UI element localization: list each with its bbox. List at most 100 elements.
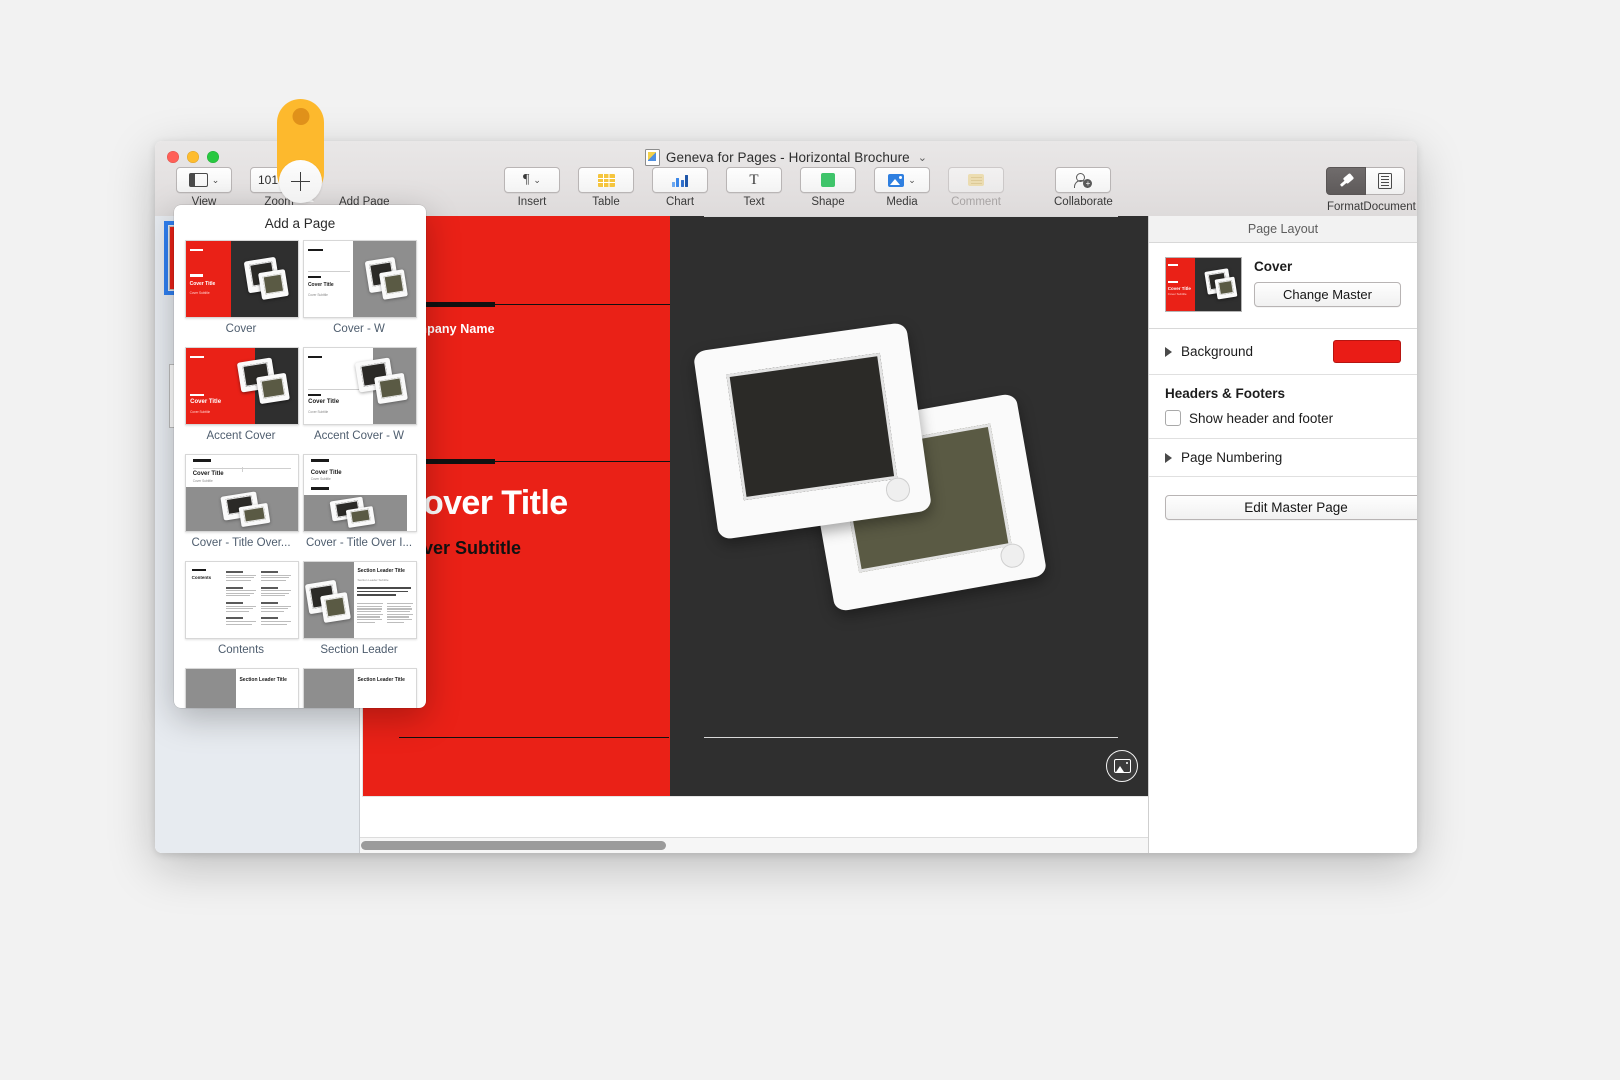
edit-master-wrap: Edit Master Page (1149, 477, 1417, 538)
insert-label: Insert (517, 196, 547, 208)
page-numbering-label: Page Numbering (1181, 450, 1283, 465)
template-thumbnail-accent-cover-w[interactable]: Cover Title Cover Subtitle (303, 347, 417, 425)
document-page[interactable]: Company Name Cover Title Cover Subtitle (363, 216, 1148, 796)
show-header-footer-row[interactable]: Show header and footer (1165, 410, 1401, 426)
template-label: Cover - Title Over... (191, 537, 291, 549)
document-label: Document (1363, 201, 1416, 213)
toolbar-collaborate[interactable]: + Collaborate (1054, 167, 1113, 208)
horizontal-scrollbar-thumb[interactable] (361, 841, 666, 850)
template-thumbnail-title-over[interactable]: Cover Title Cover Subtitle (185, 454, 299, 532)
inspector-segmented-control (1326, 167, 1405, 195)
master-page-thumbnail[interactable]: Cover Title Cover Subtitle (1165, 257, 1242, 312)
table-label: Table (592, 196, 620, 208)
template-cell[interactable]: Cover Title Cover Subtitle Accent Cover … (300, 347, 418, 454)
disclosure-triangle-icon[interactable] (1165, 346, 1172, 357)
tab-document[interactable] (1366, 167, 1405, 195)
slide-photo-front (692, 321, 933, 541)
tab-format[interactable] (1326, 167, 1366, 195)
rule-dark-bottom (704, 737, 1118, 738)
comment-button[interactable] (948, 167, 1004, 193)
text-button[interactable]: T (726, 167, 782, 193)
template-cell[interactable]: Contents Contents (182, 561, 300, 668)
document-canvas[interactable]: Company Name Cover Title Cover Subtitle (360, 216, 1148, 853)
shape-button[interactable] (800, 167, 856, 193)
add-page-plus-button[interactable] (279, 160, 322, 203)
media-label: Media (886, 196, 918, 208)
template-cell[interactable]: Cover Title Cover Subtitle Cover - W (300, 240, 418, 347)
toolbar-add-page[interactable]: Add Page (335, 167, 393, 208)
template-cell[interactable]: Section Leader Title Section Leader Subt… (300, 561, 418, 668)
table-button[interactable] (578, 167, 634, 193)
toolbar-table[interactable]: Table (578, 167, 634, 208)
page-numbering-section[interactable]: Page Numbering (1149, 439, 1417, 477)
template-cell[interactable]: Section Leader Title Section Leader - W (182, 668, 300, 708)
template-cell[interactable]: Cover Title Cover Subtitle Cover - Title… (300, 454, 418, 561)
rule-dark-top (704, 216, 1118, 217)
background-color-swatch[interactable] (1333, 340, 1401, 363)
comment-label: Comment (951, 196, 1001, 208)
template-label: Accent Cover - W (313, 430, 405, 442)
plus-icon-vertical (299, 172, 302, 191)
template-grid: Cover Title Cover Subtitle Cover Cover T… (174, 240, 426, 708)
click-highlight-dot (292, 108, 309, 125)
toolbar-view[interactable]: ⌄ View (176, 167, 232, 208)
chevron-down-icon: ⌄ (908, 174, 916, 185)
toolbar-comment[interactable]: Comment (948, 167, 1004, 208)
edit-master-page-button[interactable]: Edit Master Page (1165, 495, 1417, 520)
bar-chart-icon (671, 174, 689, 187)
toolbar-text[interactable]: T Text (726, 167, 782, 208)
document-icon (1378, 173, 1392, 189)
popover-title: Add a Page (264, 216, 336, 231)
template-cell[interactable]: Section Leader Title Section Leader - Al… (300, 668, 418, 708)
master-page-row: Cover Title Cover Subtitle Cover Change … (1149, 243, 1417, 329)
title-chevron-down-icon[interactable]: ⌄ (918, 151, 927, 164)
chart-button[interactable] (652, 167, 708, 193)
template-thumbnail-accent-cover[interactable]: Cover Title Cover Subtitle (185, 347, 299, 425)
disclosure-triangle-icon[interactable] (1165, 452, 1172, 463)
toolbar-chart[interactable]: Chart (652, 167, 708, 208)
chevron-down-icon: ⌄ (533, 174, 541, 185)
view-button[interactable]: ⌄ (176, 167, 232, 193)
change-master-button[interactable]: Change Master (1254, 282, 1401, 307)
toolbar-media[interactable]: ⌄ Media (874, 167, 930, 208)
horizontal-scrollbar[interactable] (360, 837, 1148, 853)
media-placeholder-button[interactable] (1106, 750, 1138, 782)
template-thumbnail-section-leader-w[interactable]: Section Leader Title (185, 668, 299, 708)
format-label: Format (1327, 201, 1364, 213)
toolbar-collaborate-group: + Collaborate (1045, 167, 1122, 208)
collaborate-button[interactable]: + (1055, 167, 1112, 193)
background-label: Background (1181, 344, 1254, 359)
headers-footers-section: Headers & Footers Show header and footer (1149, 375, 1417, 439)
toolbar-insert[interactable]: ¶ ⌄ Insert (504, 167, 560, 208)
template-thumbnail-cover-w[interactable]: Cover Title Cover Subtitle (303, 240, 417, 318)
toolbar-shape[interactable]: Shape (800, 167, 856, 208)
background-section[interactable]: Background (1149, 329, 1417, 375)
template-thumbnail-section-leader[interactable]: Section Leader Title Section Leader Subt… (303, 561, 417, 639)
template-thumbnail-title-over-2[interactable]: Cover Title Cover Subtitle (303, 454, 417, 532)
screen: Geneva for Pages - Horizontal Brochure ⌄… (0, 0, 1620, 1080)
template-label: Accent Cover (206, 430, 276, 442)
table-icon (597, 173, 615, 187)
template-cell[interactable]: Cover Title Cover Subtitle Cover - Title… (182, 454, 300, 561)
shape-square-icon (821, 173, 835, 187)
toolbar-inspector-group: Format Document (1326, 167, 1416, 213)
media-button[interactable]: ⌄ (874, 167, 930, 193)
headers-footers-label: Headers & Footers (1165, 386, 1286, 401)
show-header-footer-checkbox[interactable] (1165, 410, 1181, 426)
template-thumbnail-contents[interactable]: Contents (185, 561, 299, 639)
slide-photos-artwork[interactable] (692, 321, 1080, 636)
sidebar-icon (188, 173, 208, 187)
template-cell[interactable]: Cover Title Cover Subtitle Cover (182, 240, 300, 347)
template-label: Contents (217, 644, 265, 656)
template-thumbnail-section-leader-alt[interactable]: Section Leader Title (303, 668, 417, 708)
collaborate-label: Collaborate (1054, 196, 1113, 208)
template-thumbnail-cover[interactable]: Cover Title Cover Subtitle (185, 240, 299, 318)
template-label: Section Leader (320, 644, 398, 656)
insert-button[interactable]: ¶ ⌄ (504, 167, 560, 193)
master-page-name: Cover (1254, 259, 1293, 274)
template-cell[interactable]: Cover Title Cover Subtitle Accent Cover (182, 347, 300, 454)
add-a-page-popover[interactable]: Add a Page Cover Title Cover Subtitle Co… (174, 205, 426, 708)
template-label: Cover - Title Over I... (305, 537, 413, 549)
image-placeholder-icon (1113, 759, 1131, 773)
comment-icon (968, 174, 984, 186)
